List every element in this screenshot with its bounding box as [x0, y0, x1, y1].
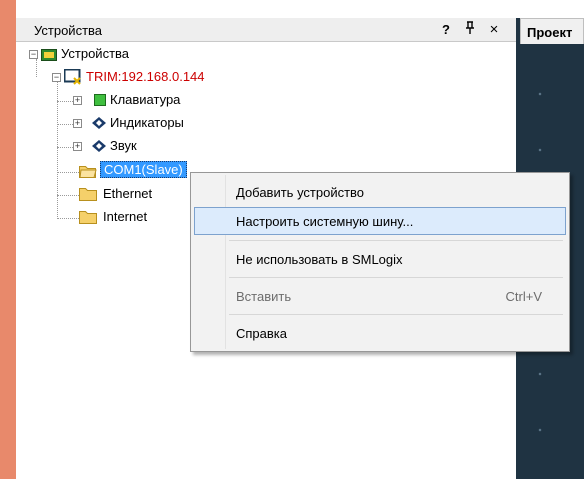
folder-open-icon	[79, 164, 97, 181]
tree-label: Устройства	[61, 46, 130, 61]
tree-label-selected: COM1(Slave)	[100, 161, 187, 178]
devices-root-icon	[41, 47, 57, 64]
pin-icon[interactable]	[461, 21, 479, 39]
menu-separator	[229, 277, 563, 278]
help-button[interactable]: ?	[437, 21, 455, 39]
menu-item-label: Настроить системную шину...	[236, 214, 414, 229]
tree-label: Клавиатура	[110, 92, 181, 107]
tree-label: Ethernet	[103, 186, 153, 201]
menu-item-paste[interactable]: Вставить Ctrl+V	[194, 282, 566, 310]
menu-item-dont-use[interactable]: Не использовать в SMLogix	[194, 245, 566, 273]
expand-icon[interactable]: +	[73, 119, 82, 128]
tree-item-internet[interactable]: Internet	[16, 207, 216, 227]
keyboard-icon	[94, 94, 106, 109]
panel-header: Устройства ? ×	[16, 18, 516, 42]
docked-panel-strip	[0, 0, 16, 479]
menu-item-add-device[interactable]: Добавить устройство	[194, 178, 566, 206]
tree-label-device: TRIM:192.168.0.144	[86, 69, 205, 84]
tree-item-ethernet[interactable]: Ethernet	[16, 184, 216, 204]
menu-item-shortcut: Ctrl+V	[505, 289, 542, 304]
tab-project[interactable]: Проект	[520, 18, 584, 44]
collapse-icon[interactable]: −	[52, 73, 61, 82]
expand-icon[interactable]: +	[73, 96, 82, 105]
tree-label: Индикаторы	[110, 115, 184, 130]
tree-label: Internet	[103, 209, 148, 224]
menu-item-label: Справка	[236, 326, 287, 341]
context-menu: Добавить устройство Настроить системную …	[190, 172, 570, 352]
close-icon[interactable]: ×	[485, 21, 503, 39]
menu-item-label: Вставить	[236, 289, 292, 304]
menu-item-label: Добавить устройство	[236, 185, 365, 200]
collapse-icon[interactable]: −	[29, 50, 38, 59]
menu-item-help[interactable]: Справка	[194, 319, 566, 347]
panel-title: Устройства	[34, 23, 103, 38]
tree-item-root[interactable]: − Устройства	[16, 44, 216, 64]
menu-item-configure-bus[interactable]: Настроить системную шину...	[194, 207, 566, 235]
controller-icon	[63, 68, 82, 88]
expand-icon[interactable]: +	[73, 142, 82, 151]
tree-item-keyboard[interactable]: + Клавиатура	[16, 90, 256, 110]
dock-top	[516, 0, 584, 18]
tree-item-device[interactable]: − TRIM:192.168.0.144	[16, 67, 256, 87]
tree-item-indicators[interactable]: + Индикаторы	[16, 113, 256, 133]
menu-separator	[229, 240, 563, 241]
tree-label: Звук	[110, 138, 137, 153]
menu-separator	[229, 314, 563, 315]
tree-item-sound[interactable]: + Звук	[16, 136, 216, 156]
folder-icon	[79, 187, 97, 204]
menu-item-label: Не использовать в SMLogix	[236, 252, 403, 267]
folder-icon	[79, 210, 97, 227]
indicator-icon	[92, 117, 106, 132]
sound-icon	[92, 140, 106, 155]
